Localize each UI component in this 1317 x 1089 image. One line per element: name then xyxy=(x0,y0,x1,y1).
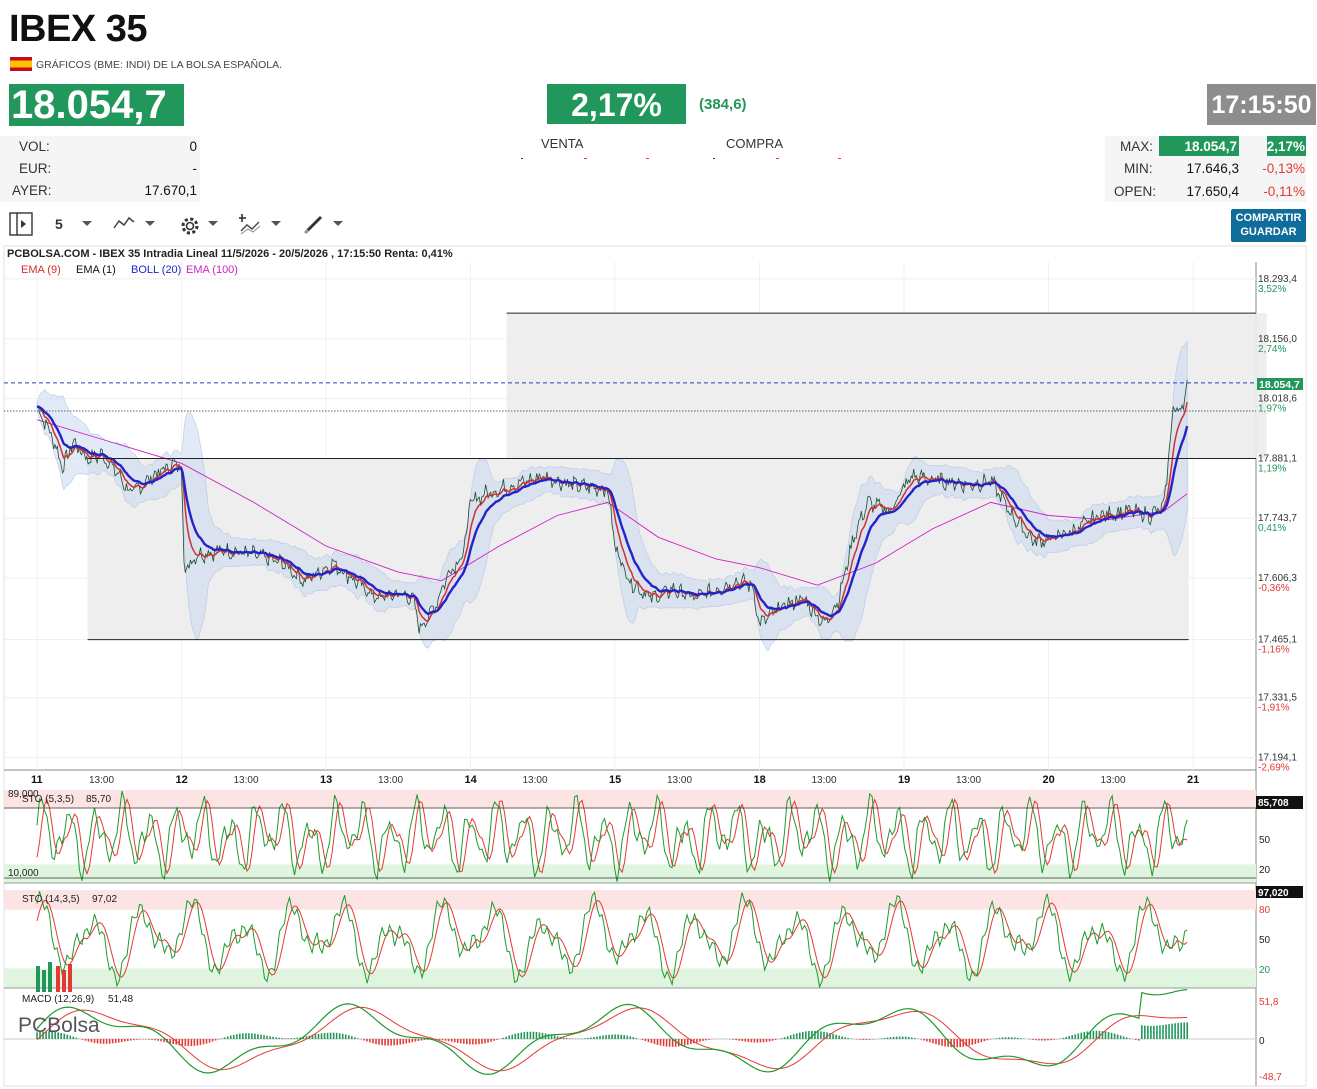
x-day-label: 12 xyxy=(176,774,188,786)
y-tick-pct: -1,91% xyxy=(1258,703,1290,714)
sto1-last-value: 85,708 xyxy=(1258,798,1289,809)
y-tick-pct: 3,52% xyxy=(1258,284,1286,295)
x-day-label: 11 xyxy=(31,774,43,786)
x-hour-label: 13:00 xyxy=(234,775,259,786)
change-percent: 2,17% xyxy=(547,84,686,124)
macd-tick-high: 51,8 xyxy=(1259,997,1279,1008)
y-tick-pct: -1,16% xyxy=(1258,645,1290,656)
x-hour-label: 13:00 xyxy=(956,775,981,786)
sell-dash xyxy=(521,158,523,159)
sto2-label: STO (14,3,5) xyxy=(22,894,80,905)
page-subtitle: GRÁFICOS (BME: INDI) DE LA BOLSA ESPAÑOL… xyxy=(36,59,283,71)
chart-title: PCBOLSA.COM - IBEX 35 Intradia Lineal 11… xyxy=(7,248,453,260)
draw-tool-icon[interactable] xyxy=(303,213,325,235)
chevron-down-icon[interactable] xyxy=(82,221,92,227)
sell-label: VENTA xyxy=(541,136,584,151)
legend-ema1[interactable]: EMA (1) xyxy=(76,264,116,276)
x-hour-label: 13:00 xyxy=(812,775,837,786)
last-update-time: 17:15:50 xyxy=(1207,84,1316,125)
max-label: MAX: xyxy=(1120,139,1154,154)
buy-dash xyxy=(838,158,841,159)
min-label: MIN: xyxy=(1124,161,1153,176)
x-hour-label: 13:00 xyxy=(1101,775,1126,786)
panel-toggle-icon[interactable] xyxy=(9,212,33,236)
sto1-label: STO (5,3,5) xyxy=(22,794,74,805)
save-label: GUARDAR xyxy=(1240,226,1297,238)
x-day-label: 20 xyxy=(1043,774,1055,786)
min-value: 17.646,3 xyxy=(1186,161,1239,176)
eur-value: - xyxy=(192,161,198,176)
x-hour-label: 13:00 xyxy=(89,775,114,786)
sto1-overbought-zone xyxy=(4,790,1256,809)
max-value: 18.054,7 xyxy=(1184,139,1237,154)
sto1-tick-20: 20 xyxy=(1259,865,1271,876)
legend-boll[interactable]: BOLL (20) xyxy=(131,264,181,276)
y-tick-pct: 0,41% xyxy=(1258,523,1286,534)
x-day-label: 18 xyxy=(754,774,766,786)
sto2-last-value: 97,020 xyxy=(1258,888,1289,899)
add-indicator-icon[interactable] xyxy=(239,213,263,235)
chevron-down-icon[interactable] xyxy=(145,221,155,227)
y-tick-pct: 2,74% xyxy=(1258,344,1286,355)
sto2-value: 97,02 xyxy=(92,894,117,905)
macd-label: MACD (12,26,9) xyxy=(22,994,94,1005)
legend-ema100[interactable]: EMA (100) xyxy=(186,264,238,276)
sto1-bottom-label: 10,000 xyxy=(8,868,39,879)
sto1-value: 85,70 xyxy=(86,794,111,805)
last-price: 18.054,7 xyxy=(9,84,184,126)
gear-icon[interactable] xyxy=(178,214,202,238)
min-pct: -0,13% xyxy=(1262,161,1305,176)
range-rectangle xyxy=(506,313,1267,459)
sto2-tick-80: 80 xyxy=(1259,905,1271,916)
y-tick-pct: -2,69% xyxy=(1258,763,1290,774)
buy-label: COMPRA xyxy=(726,136,784,151)
x-hour-label: 13:00 xyxy=(667,775,692,786)
open-label: OPEN: xyxy=(1114,184,1157,199)
chevron-down-icon[interactable] xyxy=(208,221,218,227)
chart-type-icon[interactable] xyxy=(113,214,135,232)
price-chart[interactable]: 18.293,43,52%18.156,02,74%18.018,61,97%1… xyxy=(0,243,1317,1089)
y-tick-pct: 1,19% xyxy=(1258,463,1286,474)
open-value: 17.650,4 xyxy=(1186,184,1239,199)
y-tick-pct: 1,97% xyxy=(1258,404,1286,415)
sto2-tick-20: 20 xyxy=(1259,965,1271,976)
x-day-label: 14 xyxy=(465,774,478,786)
share-save-button[interactable]: COMPARTIR GUARDAR xyxy=(1231,209,1306,242)
max-pct: 2,17% xyxy=(1266,139,1305,154)
sell-dash xyxy=(584,158,587,159)
x-day-label: 19 xyxy=(898,774,910,786)
x-day-label: 13 xyxy=(320,774,332,786)
change-absolute: (384,6) xyxy=(699,96,747,113)
last-price-tag-label: 18.054,7 xyxy=(1259,379,1300,391)
sto2-tick-50: 50 xyxy=(1259,935,1271,946)
buy-dash xyxy=(776,158,779,159)
page-title: IBEX 35 xyxy=(9,8,148,50)
buy-dash xyxy=(713,158,715,159)
y-tick-pct: -0,36% xyxy=(1258,583,1290,594)
x-day-label: 15 xyxy=(609,774,621,786)
sto1-tick-50: 50 xyxy=(1259,835,1271,846)
vol-value: 0 xyxy=(189,139,197,154)
x-day-label: 21 xyxy=(1187,774,1199,786)
pcbolsa-logo-text: PCBolsa xyxy=(18,1014,100,1037)
share-label: COMPARTIR xyxy=(1235,212,1302,224)
sto2-oversold-zone xyxy=(4,968,1256,988)
x-hour-label: 13:00 xyxy=(378,775,403,786)
yesterday-label: AYER: xyxy=(12,183,52,198)
macd-value: 51,48 xyxy=(108,994,133,1005)
x-hour-label: 13:00 xyxy=(523,775,548,786)
spain-flag-icon xyxy=(10,57,32,71)
period-select[interactable]: 5 xyxy=(55,216,63,232)
vol-label: VOL: xyxy=(19,139,50,154)
eur-label: EUR: xyxy=(19,161,52,176)
chevron-down-icon[interactable] xyxy=(271,221,281,227)
open-pct: -0,11% xyxy=(1263,184,1305,199)
legend-ema9[interactable]: EMA (9) xyxy=(21,264,61,276)
macd-tick-low: -48,7 xyxy=(1259,1072,1282,1083)
chevron-down-icon[interactable] xyxy=(333,221,343,227)
macd-tick-zero: 0 xyxy=(1259,1036,1265,1047)
yesterday-value: 17.670,1 xyxy=(144,183,197,198)
sell-dash xyxy=(646,158,649,159)
